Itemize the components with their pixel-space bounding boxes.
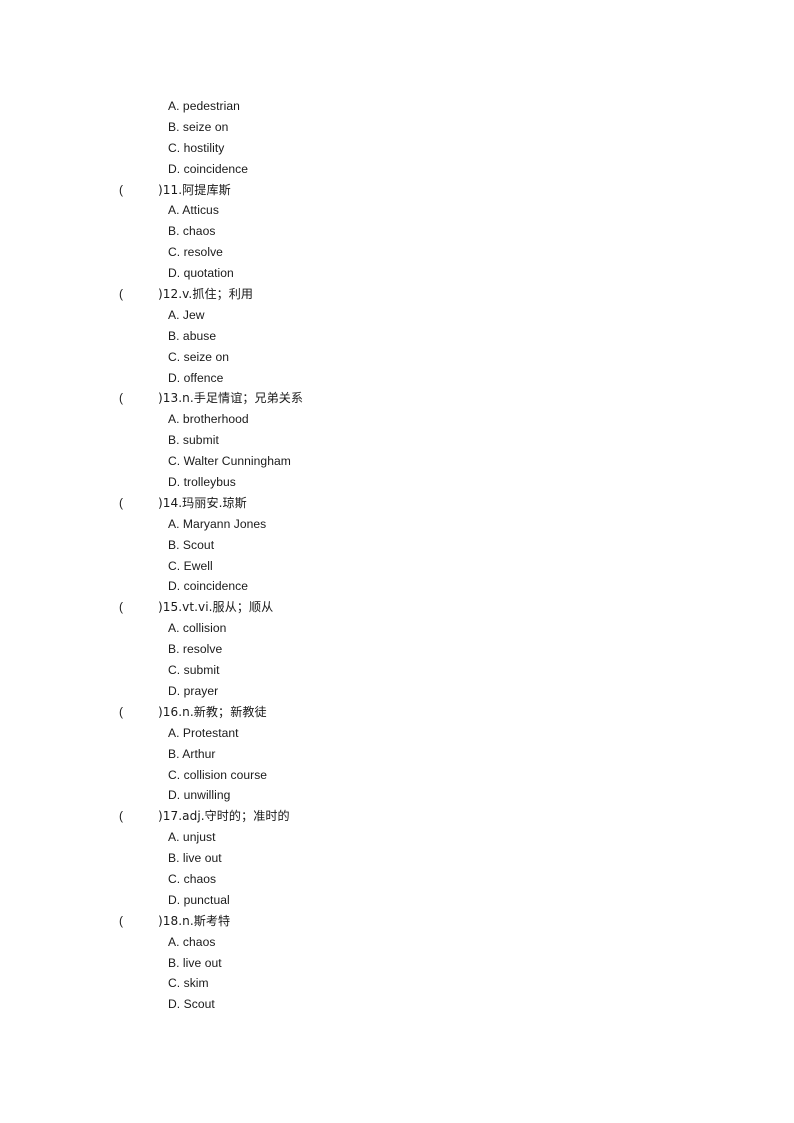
- option-row[interactable]: C. seize on: [119, 347, 679, 368]
- question-block-11: ()11.阿提库斯 A. Atticus B. chaos C. resolve…: [119, 180, 679, 284]
- option-row[interactable]: D. coincidence: [119, 576, 679, 597]
- option-row[interactable]: B. submit: [119, 430, 679, 451]
- option-row[interactable]: A. unjust: [119, 827, 679, 848]
- option-row[interactable]: A. Atticus: [119, 200, 679, 221]
- question-stem-row: ()13.n.手足情谊；兄弟关系: [119, 388, 679, 409]
- question-block-13: ()13.n.手足情谊；兄弟关系 A. brotherhood B. submi…: [119, 388, 679, 492]
- option-row: C. hostility: [168, 140, 225, 155]
- question-stem-text: )13.n.手足情谊；兄弟关系: [158, 391, 304, 406]
- answer-blank-paren-open[interactable]: (: [119, 806, 158, 827]
- option-row[interactable]: C. Walter Cunningham: [119, 451, 679, 472]
- answer-blank-paren-open[interactable]: (: [119, 284, 158, 305]
- option-row[interactable]: C. chaos: [119, 869, 679, 890]
- option-row[interactable]: D. offence: [119, 368, 679, 389]
- question-stem-text: )14.玛丽安.琼斯: [158, 495, 247, 510]
- answer-blank-paren-open[interactable]: (: [119, 493, 158, 514]
- option-row[interactable]: A. Maryann Jones: [119, 514, 679, 535]
- option-row[interactable]: A. collision: [119, 618, 679, 639]
- option-row[interactable]: D. prayer: [119, 681, 679, 702]
- option-row[interactable]: D. quotation: [119, 263, 679, 284]
- question-block-12: ()12.v.抓住；利用 A. Jew B. abuse C. seize on…: [119, 284, 679, 388]
- question-block-18: ()18.n.斯考特 A. chaos B. live out C. skim …: [119, 911, 679, 1015]
- answer-blank-paren-open[interactable]: (: [119, 180, 158, 201]
- question-stem-row: ()17.adj.守时的；准时的: [119, 806, 679, 827]
- option-row[interactable]: A. Protestant: [119, 723, 679, 744]
- option-row[interactable]: A. Jew: [119, 305, 679, 326]
- option-row[interactable]: D. punctual: [119, 890, 679, 911]
- continued-option-group: A. pedestrian B. seize on C. hostility D…: [119, 96, 679, 180]
- question-block-15: ()15.vt.vi.服从；顺从 A. collision B. resolve…: [119, 597, 679, 701]
- option-row[interactable]: C. collision course: [119, 765, 679, 786]
- question-stem-text: )17.adj.守时的；准时的: [158, 809, 290, 824]
- question-list: A. pedestrian B. seize on C. hostility D…: [119, 96, 679, 1015]
- question-block-14: ()14.玛丽安.琼斯 A. Maryann Jones B. Scout C.…: [119, 493, 679, 597]
- option-row[interactable]: B. live out: [119, 848, 679, 869]
- question-stem-text: )15.vt.vi.服从；顺从: [158, 600, 274, 615]
- option-row: D. coincidence: [168, 161, 249, 176]
- question-stem-row: ()16.n.新教；新教徒: [119, 702, 679, 723]
- question-block-17: ()17.adj.守时的；准时的 A. unjust B. live out C…: [119, 806, 679, 910]
- option-row[interactable]: D. Scout: [119, 994, 679, 1015]
- question-stem-text: )16.n.新教；新教徒: [158, 704, 267, 719]
- question-stem-text: )12.v.抓住；利用: [158, 287, 254, 302]
- option-row[interactable]: B. live out: [119, 953, 679, 974]
- option-row[interactable]: B. resolve: [119, 639, 679, 660]
- option-row: A. pedestrian: [168, 99, 240, 113]
- answer-blank-paren-open[interactable]: (: [119, 597, 158, 618]
- option-row[interactable]: C. Ewell: [119, 556, 679, 577]
- question-block-16: ()16.n.新教；新教徒 A. Protestant B. Arthur C.…: [119, 702, 679, 806]
- option-row[interactable]: D. unwilling: [119, 785, 679, 806]
- option-row[interactable]: C. resolve: [119, 242, 679, 263]
- option-row[interactable]: D. trolleybus: [119, 472, 679, 493]
- option-row[interactable]: B. abuse: [119, 326, 679, 347]
- question-stem-row: ()18.n.斯考特: [119, 911, 679, 932]
- document-page: A. pedestrian B. seize on C. hostility D…: [0, 0, 794, 1123]
- answer-blank-paren-open[interactable]: (: [119, 702, 158, 723]
- option-row[interactable]: A. brotherhood: [119, 409, 679, 430]
- question-stem-row: ()11.阿提库斯: [119, 180, 679, 201]
- option-row[interactable]: C. skim: [119, 973, 679, 994]
- question-stem-row: ()14.玛丽安.琼斯: [119, 493, 679, 514]
- option-row[interactable]: A. chaos: [119, 932, 679, 953]
- question-stem-row: ()15.vt.vi.服从；顺从: [119, 597, 679, 618]
- option-row[interactable]: B. Arthur: [119, 744, 679, 765]
- option-row[interactable]: B. Scout: [119, 535, 679, 556]
- option-row: B. seize on: [168, 119, 229, 134]
- question-stem-text: )11.阿提库斯: [158, 182, 231, 197]
- answer-blank-paren-open[interactable]: (: [119, 388, 158, 409]
- option-row[interactable]: B. chaos: [119, 221, 679, 242]
- answer-blank-paren-open[interactable]: (: [119, 911, 158, 932]
- question-stem-row: ()12.v.抓住；利用: [119, 284, 679, 305]
- option-row[interactable]: C. submit: [119, 660, 679, 681]
- question-stem-text: )18.n.斯考特: [158, 913, 231, 928]
